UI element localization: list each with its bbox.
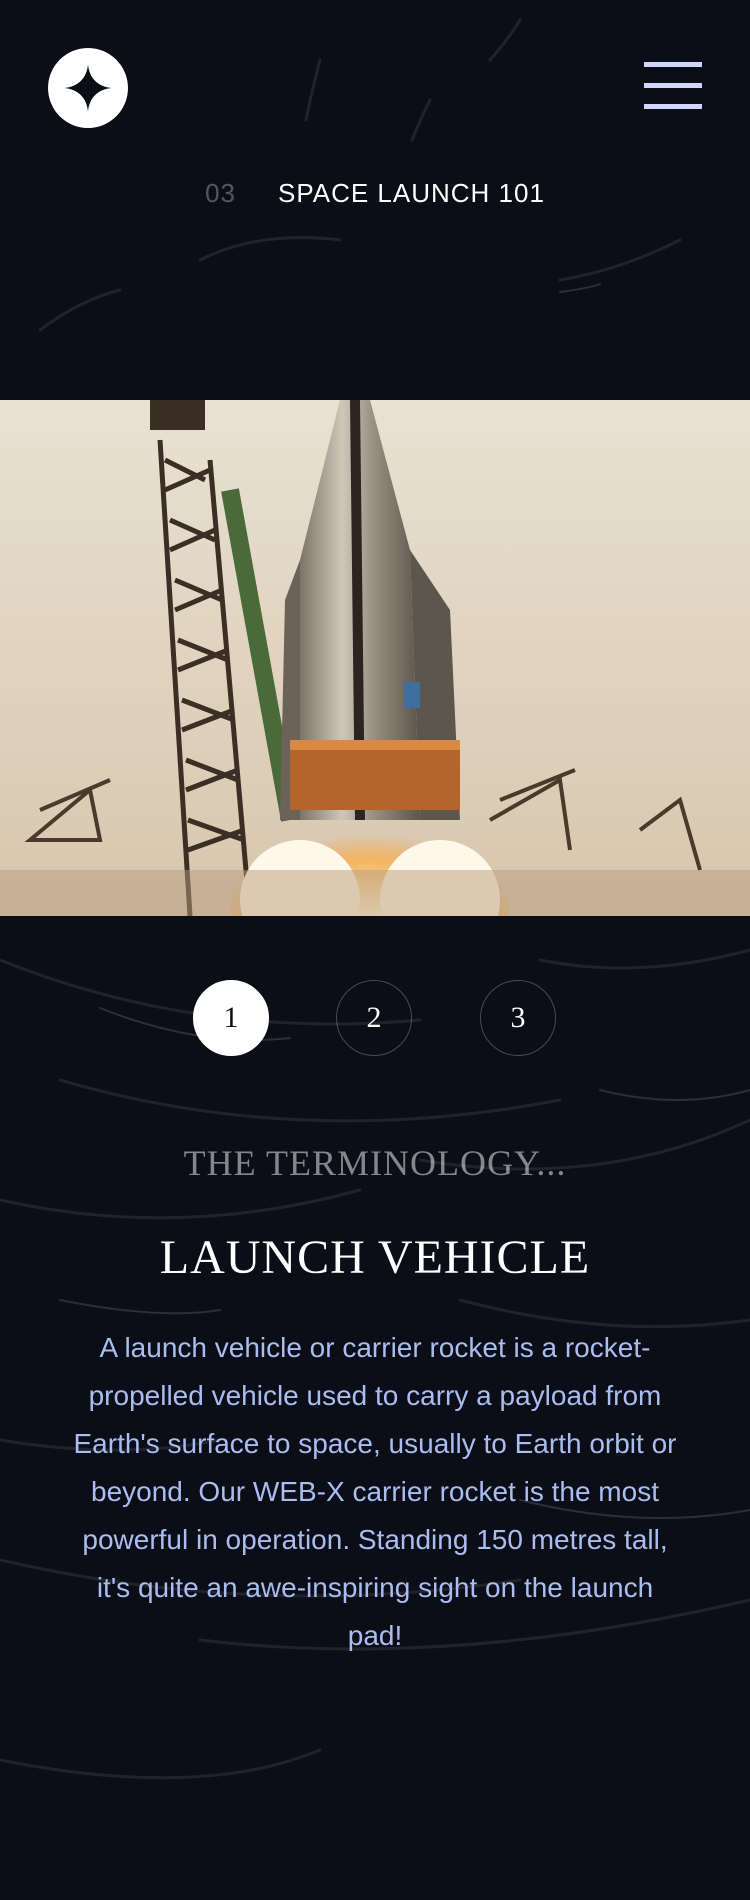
page-heading: 03 SPACE LAUNCH 101: [0, 178, 750, 209]
terminology-title: Launch vehicle: [159, 1231, 591, 1284]
pager-button-1[interactable]: 1: [193, 980, 269, 1056]
terminology-description: A launch vehicle or carrier rocket is a …: [73, 1332, 677, 1651]
star-logo-icon: [64, 64, 112, 112]
section-number: 03: [205, 178, 236, 208]
terminology-eyebrow: The terminology...: [183, 1143, 567, 1183]
pager-button-3[interactable]: 3: [480, 980, 556, 1056]
hamburger-menu-icon: [644, 62, 702, 67]
logo[interactable]: [48, 48, 128, 128]
page: 03 SPACE LAUNCH 101 1 2 3 THE TERMINOLOG…: [0, 0, 750, 1900]
rocket-launch-image: [0, 400, 750, 916]
menu-bar-bottom: [644, 104, 702, 109]
terminology-pager: 1 2 3: [0, 980, 750, 1060]
site-header: [0, 0, 750, 180]
menu-bar-middle: [644, 83, 702, 88]
menu-button[interactable]: [644, 62, 702, 112]
pager-button-2[interactable]: 2: [336, 980, 412, 1056]
section-title: SPACE LAUNCH 101: [277, 178, 545, 208]
